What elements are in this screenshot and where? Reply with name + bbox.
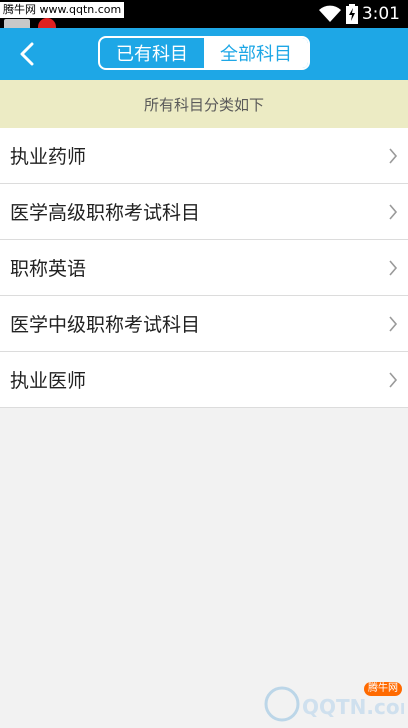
list-item-label: 医学高级职称考试科目 bbox=[10, 202, 201, 224]
category-list: 执业药师 医学高级职称考试科目 职称英语 医学中级职称考试科目 执业医师 bbox=[0, 128, 408, 408]
list-item[interactable]: 执业药师 bbox=[0, 128, 408, 184]
notification-alert-icon bbox=[38, 18, 56, 28]
subject-tabs: 已有科目 全部科目 bbox=[98, 36, 310, 70]
wifi-icon bbox=[319, 5, 341, 22]
list-item-label: 执业药师 bbox=[10, 146, 87, 168]
chevron-left-icon bbox=[20, 42, 34, 66]
chevron-right-icon bbox=[389, 204, 398, 220]
clock: 3:01 bbox=[361, 4, 400, 24]
watermark-tag: 腾牛网 www.qqtn.com bbox=[0, 2, 125, 18]
tab-all-subjects[interactable]: 全部科目 bbox=[204, 38, 308, 68]
chevron-right-icon bbox=[389, 260, 398, 276]
list-item-label: 职称英语 bbox=[10, 258, 87, 280]
list-item[interactable]: 职称英语 bbox=[0, 240, 408, 296]
status-bar: 腾牛网 www.qqtn.com 3:01 bbox=[0, 0, 408, 28]
chevron-right-icon bbox=[389, 148, 398, 164]
app-header: 已有科目 全部科目 bbox=[0, 28, 408, 80]
chevron-right-icon bbox=[389, 372, 398, 388]
chevron-right-icon bbox=[389, 316, 398, 332]
watermark-badge: 腾牛网 bbox=[364, 682, 402, 696]
battery-icon bbox=[346, 4, 358, 24]
tab-my-subjects[interactable]: 已有科目 bbox=[100, 38, 204, 68]
watermark-logo-text: QQTN.com bbox=[302, 695, 404, 719]
list-item-label: 医学中级职称考试科目 bbox=[10, 314, 201, 336]
list-item[interactable]: 医学高级职称考试科目 bbox=[0, 184, 408, 240]
list-item[interactable]: 执业医师 bbox=[0, 352, 408, 408]
back-button[interactable] bbox=[6, 32, 50, 76]
list-item-label: 执业医师 bbox=[10, 370, 87, 392]
category-banner: 所有科目分类如下 bbox=[0, 80, 408, 128]
list-item[interactable]: 医学中级职称考试科目 bbox=[0, 296, 408, 352]
notification-app-icon bbox=[4, 19, 30, 28]
